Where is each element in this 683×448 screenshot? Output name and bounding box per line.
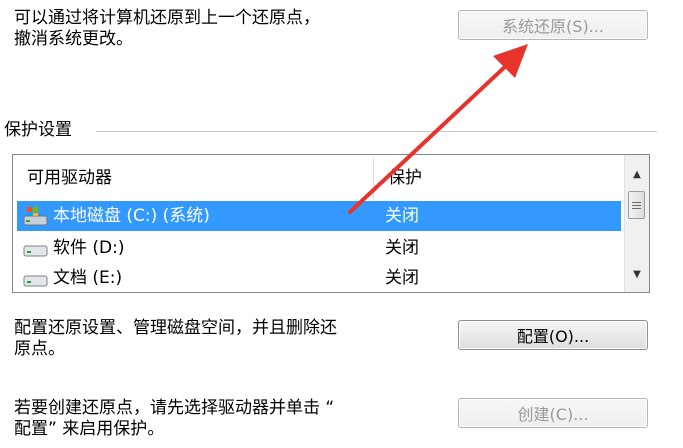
- drive-protection-status: 关闭: [385, 268, 419, 288]
- drive-protection-status: 关闭: [385, 238, 419, 258]
- column-header-protection[interactable]: 保护: [374, 155, 624, 201]
- drive-row-d[interactable]: 软件 (D:) 关闭: [17, 233, 621, 263]
- scroll-down-icon[interactable]: ▼: [625, 263, 649, 285]
- drive-name: 软件 (D:): [53, 238, 125, 258]
- create-description-line1: 若要创建还原点，请先选择驱动器并单击 “: [14, 398, 335, 418]
- drive-row-c[interactable]: 本地磁盘 (C:) (系统) 关闭: [17, 201, 621, 231]
- scroll-up-icon[interactable]: ▲: [625, 163, 649, 185]
- configure-description-line2: 原点。: [14, 339, 65, 359]
- column-header-drives[interactable]: 可用驱动器: [13, 155, 373, 201]
- protection-settings-group-title: 保护设置: [4, 120, 72, 140]
- drive-name: 本地磁盘 (C:) (系统): [53, 206, 210, 226]
- system-drive-icon: [23, 205, 49, 227]
- group-divider: [96, 131, 657, 132]
- configure-description-line1: 配置还原设置、管理磁盘空间，并且删除还: [14, 318, 337, 338]
- drive-row-e[interactable]: 文档 (E:) 关闭: [17, 263, 621, 292]
- drive-name: 文档 (E:): [53, 268, 123, 288]
- create-description-line2: 配置” 来启用保护。: [14, 419, 165, 439]
- restore-description-line2: 撤消系统更改。: [14, 29, 133, 49]
- list-header: 可用驱动器 保护: [13, 155, 625, 201]
- drive-protection-status: 关闭: [385, 206, 419, 226]
- hard-drive-icon: [23, 267, 49, 289]
- system-restore-button[interactable]: 系统还原(S)...: [458, 10, 648, 40]
- hard-drive-icon: [23, 237, 49, 259]
- restore-description-line1: 可以通过将计算机还原到上一个还原点，: [14, 8, 320, 28]
- list-scrollbar[interactable]: ▲ ▼: [624, 155, 649, 292]
- create-button[interactable]: 创建(C)...: [458, 398, 648, 428]
- scroll-thumb[interactable]: [628, 191, 645, 219]
- configure-button[interactable]: 配置(O)...: [458, 320, 648, 350]
- drive-list[interactable]: 可用驱动器 保护 本地磁盘 (C:) (系统) 关闭 软件 (D:) 关闭 文档…: [12, 154, 650, 293]
